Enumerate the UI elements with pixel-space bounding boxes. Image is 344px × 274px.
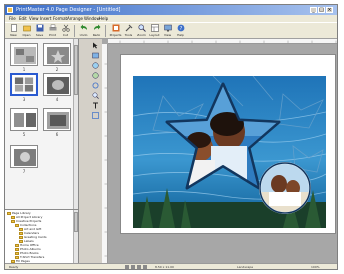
first-page-button[interactable]	[125, 265, 129, 269]
page-thumbnails-pane: 1 2 3 4 5 6 7	[5, 39, 79, 209]
object-toolbar	[90, 42, 101, 122]
svg-text:?: ?	[179, 26, 182, 32]
picture-tool-icon[interactable]	[92, 52, 99, 59]
toolbar-layout-button[interactable]: Layout	[148, 24, 161, 38]
page-thumbnail-5[interactable]	[10, 108, 38, 131]
layout-icon	[150, 24, 159, 32]
toolbar-open-button[interactable]: Open	[20, 24, 33, 38]
tree-scroll-thumb[interactable]	[74, 212, 78, 232]
toolbar-view-button[interactable]: View	[161, 24, 174, 38]
page-number-6: 6	[55, 132, 59, 137]
page-thumbnail-3[interactable]	[10, 73, 38, 96]
page-thumbnail-4[interactable]	[43, 73, 71, 96]
printer-icon	[49, 24, 56, 31]
page-number-4: 4	[55, 97, 59, 102]
minimize-button[interactable]: _	[310, 7, 317, 13]
toolbar-separator	[74, 25, 75, 37]
toolbar-projects-button[interactable]: Projects	[109, 24, 122, 38]
zoom-tool-icon[interactable]	[92, 92, 99, 99]
zoom-icon	[137, 24, 146, 32]
menu-edit[interactable]: Edit	[19, 16, 27, 21]
status-text: Ready	[9, 265, 19, 269]
toolbar-new-button[interactable]: New	[7, 24, 20, 38]
application-window: PrintMaster 4.0 Page Designer - [Untitle…	[4, 4, 338, 270]
new-document-icon	[10, 24, 17, 32]
toolbar-tools-button[interactable]: Tools	[122, 24, 135, 38]
design-canvas[interactable]	[102, 39, 337, 263]
toolbar-separator	[105, 25, 106, 37]
pointer-icon[interactable]	[92, 42, 99, 49]
page-thumbnail-2[interactable]	[43, 43, 71, 66]
close-button[interactable]: ×	[326, 7, 333, 13]
toolbar-cut-button[interactable]: Cut	[59, 24, 72, 38]
view-icon	[163, 24, 172, 32]
toolbar-save-button[interactable]: Save	[33, 24, 46, 38]
help-icon: ?	[177, 24, 184, 32]
thumbnails-scroll-thumb[interactable]	[74, 45, 78, 95]
page-thumbnail-1[interactable]	[10, 43, 38, 66]
tools-icon	[125, 24, 132, 32]
beach-photo-collage[interactable]	[133, 76, 326, 228]
title-bar: PrintMaster 4.0 Page Designer - [Untitle…	[5, 5, 337, 15]
vertical-ruler	[102, 44, 108, 263]
menu-insert[interactable]: Insert	[40, 16, 51, 21]
last-page-button[interactable]	[143, 265, 147, 269]
maximize-button[interactable]: □	[318, 7, 325, 13]
page-size-readout: 8.50 x 11.00	[155, 265, 174, 269]
redo-arrow-icon	[93, 24, 100, 30]
page-number-7: 7	[22, 169, 26, 174]
zoom-readout: 100%	[311, 265, 320, 269]
toolbar-redo-button[interactable]: Redo	[90, 24, 103, 38]
horizontal-ruler	[108, 39, 337, 44]
window-title: PrintMaster 4.0 Page Designer - [Untitle…	[16, 7, 121, 13]
menu-view[interactable]: View	[29, 16, 39, 21]
page-number-2: 2	[55, 67, 59, 72]
page-thumbnail-6[interactable]	[43, 108, 71, 131]
open-folder-icon	[22, 25, 31, 32]
scissors-icon	[61, 24, 70, 32]
page-number-1: 1	[22, 67, 26, 72]
previous-page-button[interactable]	[131, 265, 135, 269]
menu-file[interactable]: File	[9, 16, 16, 21]
page-number-5: 5	[22, 132, 26, 137]
shape-tool-icon[interactable]	[92, 62, 99, 69]
main-toolbar: New Open Save Print Cut Undo Redo Projec…	[5, 22, 337, 39]
tree-scrollbar[interactable]	[73, 210, 78, 263]
rotate-tool-icon[interactable]	[92, 82, 99, 89]
menu-help[interactable]: Help	[99, 16, 108, 21]
page-number-3: 3	[22, 97, 26, 102]
toolbar-help-button[interactable]: ? Help	[174, 24, 187, 38]
save-disk-icon	[36, 24, 43, 32]
thumbnails-scrollbar[interactable]	[73, 39, 78, 209]
library-tree-pane: Page Library All Project Library Creativ…	[5, 209, 79, 263]
menu-arrange[interactable]: Arrange	[67, 16, 83, 21]
app-icon	[7, 7, 13, 13]
toolbar-print-button[interactable]: Print	[46, 24, 59, 38]
next-page-button[interactable]	[137, 265, 141, 269]
document-page[interactable]	[120, 54, 336, 234]
toolbar-zoom-button[interactable]: Zoom	[135, 24, 148, 38]
frame-tool-icon[interactable]	[92, 72, 99, 79]
orientation-readout: Landscape	[237, 265, 254, 269]
menu-window[interactable]: Window	[84, 16, 100, 21]
status-bar: Ready 8.50 x 11.00 Landscape 100%	[5, 263, 337, 269]
toolbar-undo-button[interactable]: Undo	[77, 24, 90, 38]
undo-arrow-icon	[80, 24, 87, 30]
menu-bar: File Edit View Insert Format Arrange Win…	[5, 15, 337, 22]
menu-format[interactable]: Format	[53, 16, 67, 21]
line-tool-icon[interactable]	[92, 112, 99, 119]
projects-icon	[112, 24, 119, 32]
page-thumbnail-7[interactable]	[10, 145, 38, 168]
text-tool-icon[interactable]	[92, 102, 99, 109]
